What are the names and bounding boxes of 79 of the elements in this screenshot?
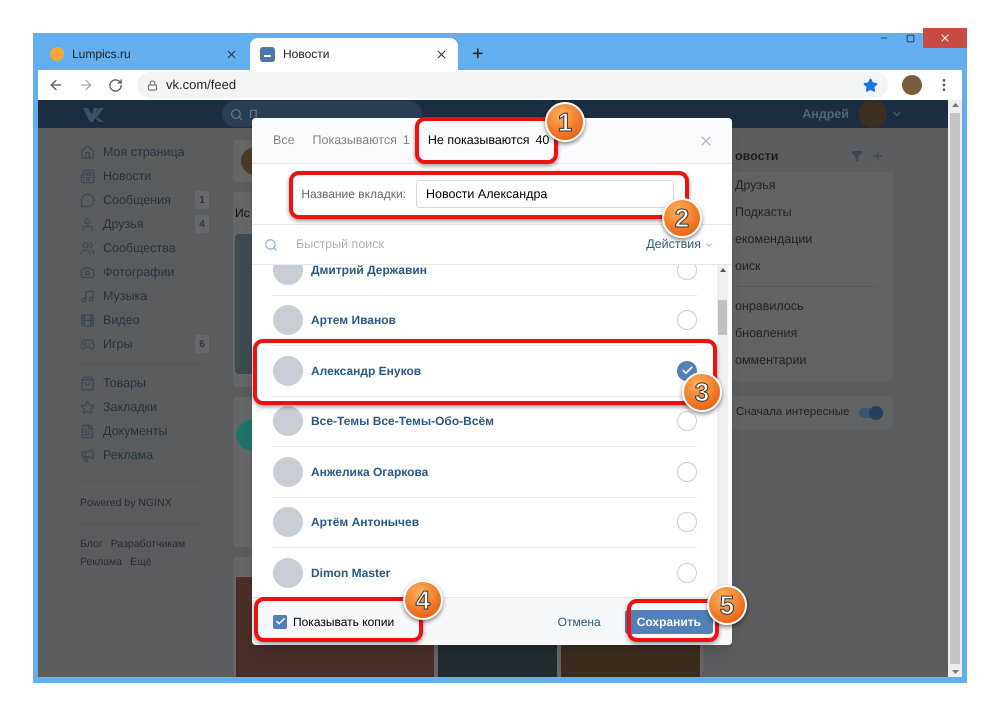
cancel-link[interactable]: Отмена <box>558 612 601 630</box>
avatar-icon[interactable] <box>902 75 922 95</box>
avatar-icon <box>273 507 303 538</box>
select-radio[interactable] <box>677 512 697 532</box>
address-field[interactable]: vk.com/feed <box>137 72 888 98</box>
vk-logo-icon <box>260 46 275 62</box>
people-icon <box>80 240 95 256</box>
field-label: Название вкладки: <box>300 186 406 203</box>
user-name[interactable]: Андрей <box>802 104 849 124</box>
browser-tab[interactable]: Lumpics.ru <box>40 38 248 70</box>
avatar-icon <box>273 558 303 588</box>
count-badge: 1 <box>195 191 209 209</box>
person-name[interactable]: Анжелика Огаркова <box>311 462 669 481</box>
check-icon <box>274 616 286 627</box>
lock-icon <box>147 80 158 90</box>
actions-link[interactable]: Действия <box>646 235 714 254</box>
gamepad-icon <box>80 336 95 352</box>
count-badge: 6 <box>195 335 209 353</box>
tab-name-field[interactable]: Новости Александра <box>416 180 674 208</box>
arrow-up-icon[interactable] <box>720 268 726 272</box>
person-icon <box>80 216 95 232</box>
avatar-icon <box>273 305 303 336</box>
search-field[interactable]: Быстрый поиск <box>296 235 628 254</box>
home-icon <box>80 144 95 160</box>
document-icon <box>80 424 95 438</box>
select-radio[interactable] <box>677 462 697 482</box>
star-icon <box>80 400 95 414</box>
avatar-icon <box>273 356 303 386</box>
new-tab-button[interactable]: + <box>466 44 490 64</box>
megaphone-icon <box>80 448 95 462</box>
newspaper-icon <box>80 168 95 184</box>
person-name[interactable]: Артем Иванов <box>311 311 669 330</box>
chat-icon <box>80 192 95 208</box>
site-logo-icon <box>50 47 64 61</box>
person-name[interactable]: Артём Антонычев <box>311 513 669 532</box>
toggle-switch[interactable] <box>859 408 883 418</box>
filter-tab[interactable]: Показываются 1 <box>312 131 410 150</box>
bag-icon <box>80 376 95 390</box>
arrow-down-icon[interactable] <box>952 670 958 674</box>
toggle-label: Сначала интересные <box>736 405 850 420</box>
select-radio[interactable] <box>677 562 697 583</box>
music-note-icon <box>80 288 95 304</box>
film-icon <box>80 312 95 328</box>
search-icon <box>264 238 278 252</box>
select-radio[interactable] <box>677 265 697 280</box>
filter-tab[interactable]: Все <box>273 131 295 150</box>
close-icon[interactable] <box>435 48 448 60</box>
select-radio[interactable] <box>677 310 697 330</box>
avatar-icon <box>273 406 303 436</box>
search-icon <box>230 108 243 120</box>
back-icon[interactable] <box>48 77 64 93</box>
person-name[interactable]: Все-Темы Все-Темы-Обо-Всём <box>311 412 669 430</box>
forward-icon[interactable] <box>78 77 94 93</box>
save-button[interactable]: Сохранить <box>624 610 713 634</box>
reload-icon[interactable] <box>108 78 123 92</box>
filter-icon[interactable] <box>851 150 863 162</box>
camera-icon <box>80 264 95 280</box>
avatar-icon <box>273 456 303 487</box>
scrollbar-thumb[interactable] <box>718 300 727 335</box>
count-badge: 4 <box>195 215 209 233</box>
page-scrollbar[interactable] <box>948 100 962 677</box>
scrollbar-thumb[interactable] <box>950 113 960 664</box>
person-name[interactable]: Александр Енуков <box>311 362 669 380</box>
close-icon <box>939 32 951 44</box>
plus-icon[interactable] <box>871 149 885 163</box>
maximize-icon <box>906 34 914 42</box>
person-name[interactable]: Dimon Master <box>311 564 669 582</box>
arrow-up-icon[interactable] <box>952 103 958 107</box>
browser-tab[interactable]: Новости <box>250 38 458 70</box>
show-copies-checkbox[interactable] <box>273 614 287 628</box>
card-title: Ис <box>235 205 250 222</box>
checkbox-label: Показывать копии <box>293 614 396 630</box>
star-icon[interactable] <box>863 78 878 92</box>
tab-title: Новости <box>283 46 330 63</box>
close-icon[interactable] <box>225 48 238 60</box>
select-radio[interactable] <box>677 411 697 432</box>
tab-title: Lumpics.ru <box>72 46 132 63</box>
menu-title: овости <box>735 148 780 165</box>
person-name[interactable]: Дмитрий Державин <box>311 265 669 279</box>
